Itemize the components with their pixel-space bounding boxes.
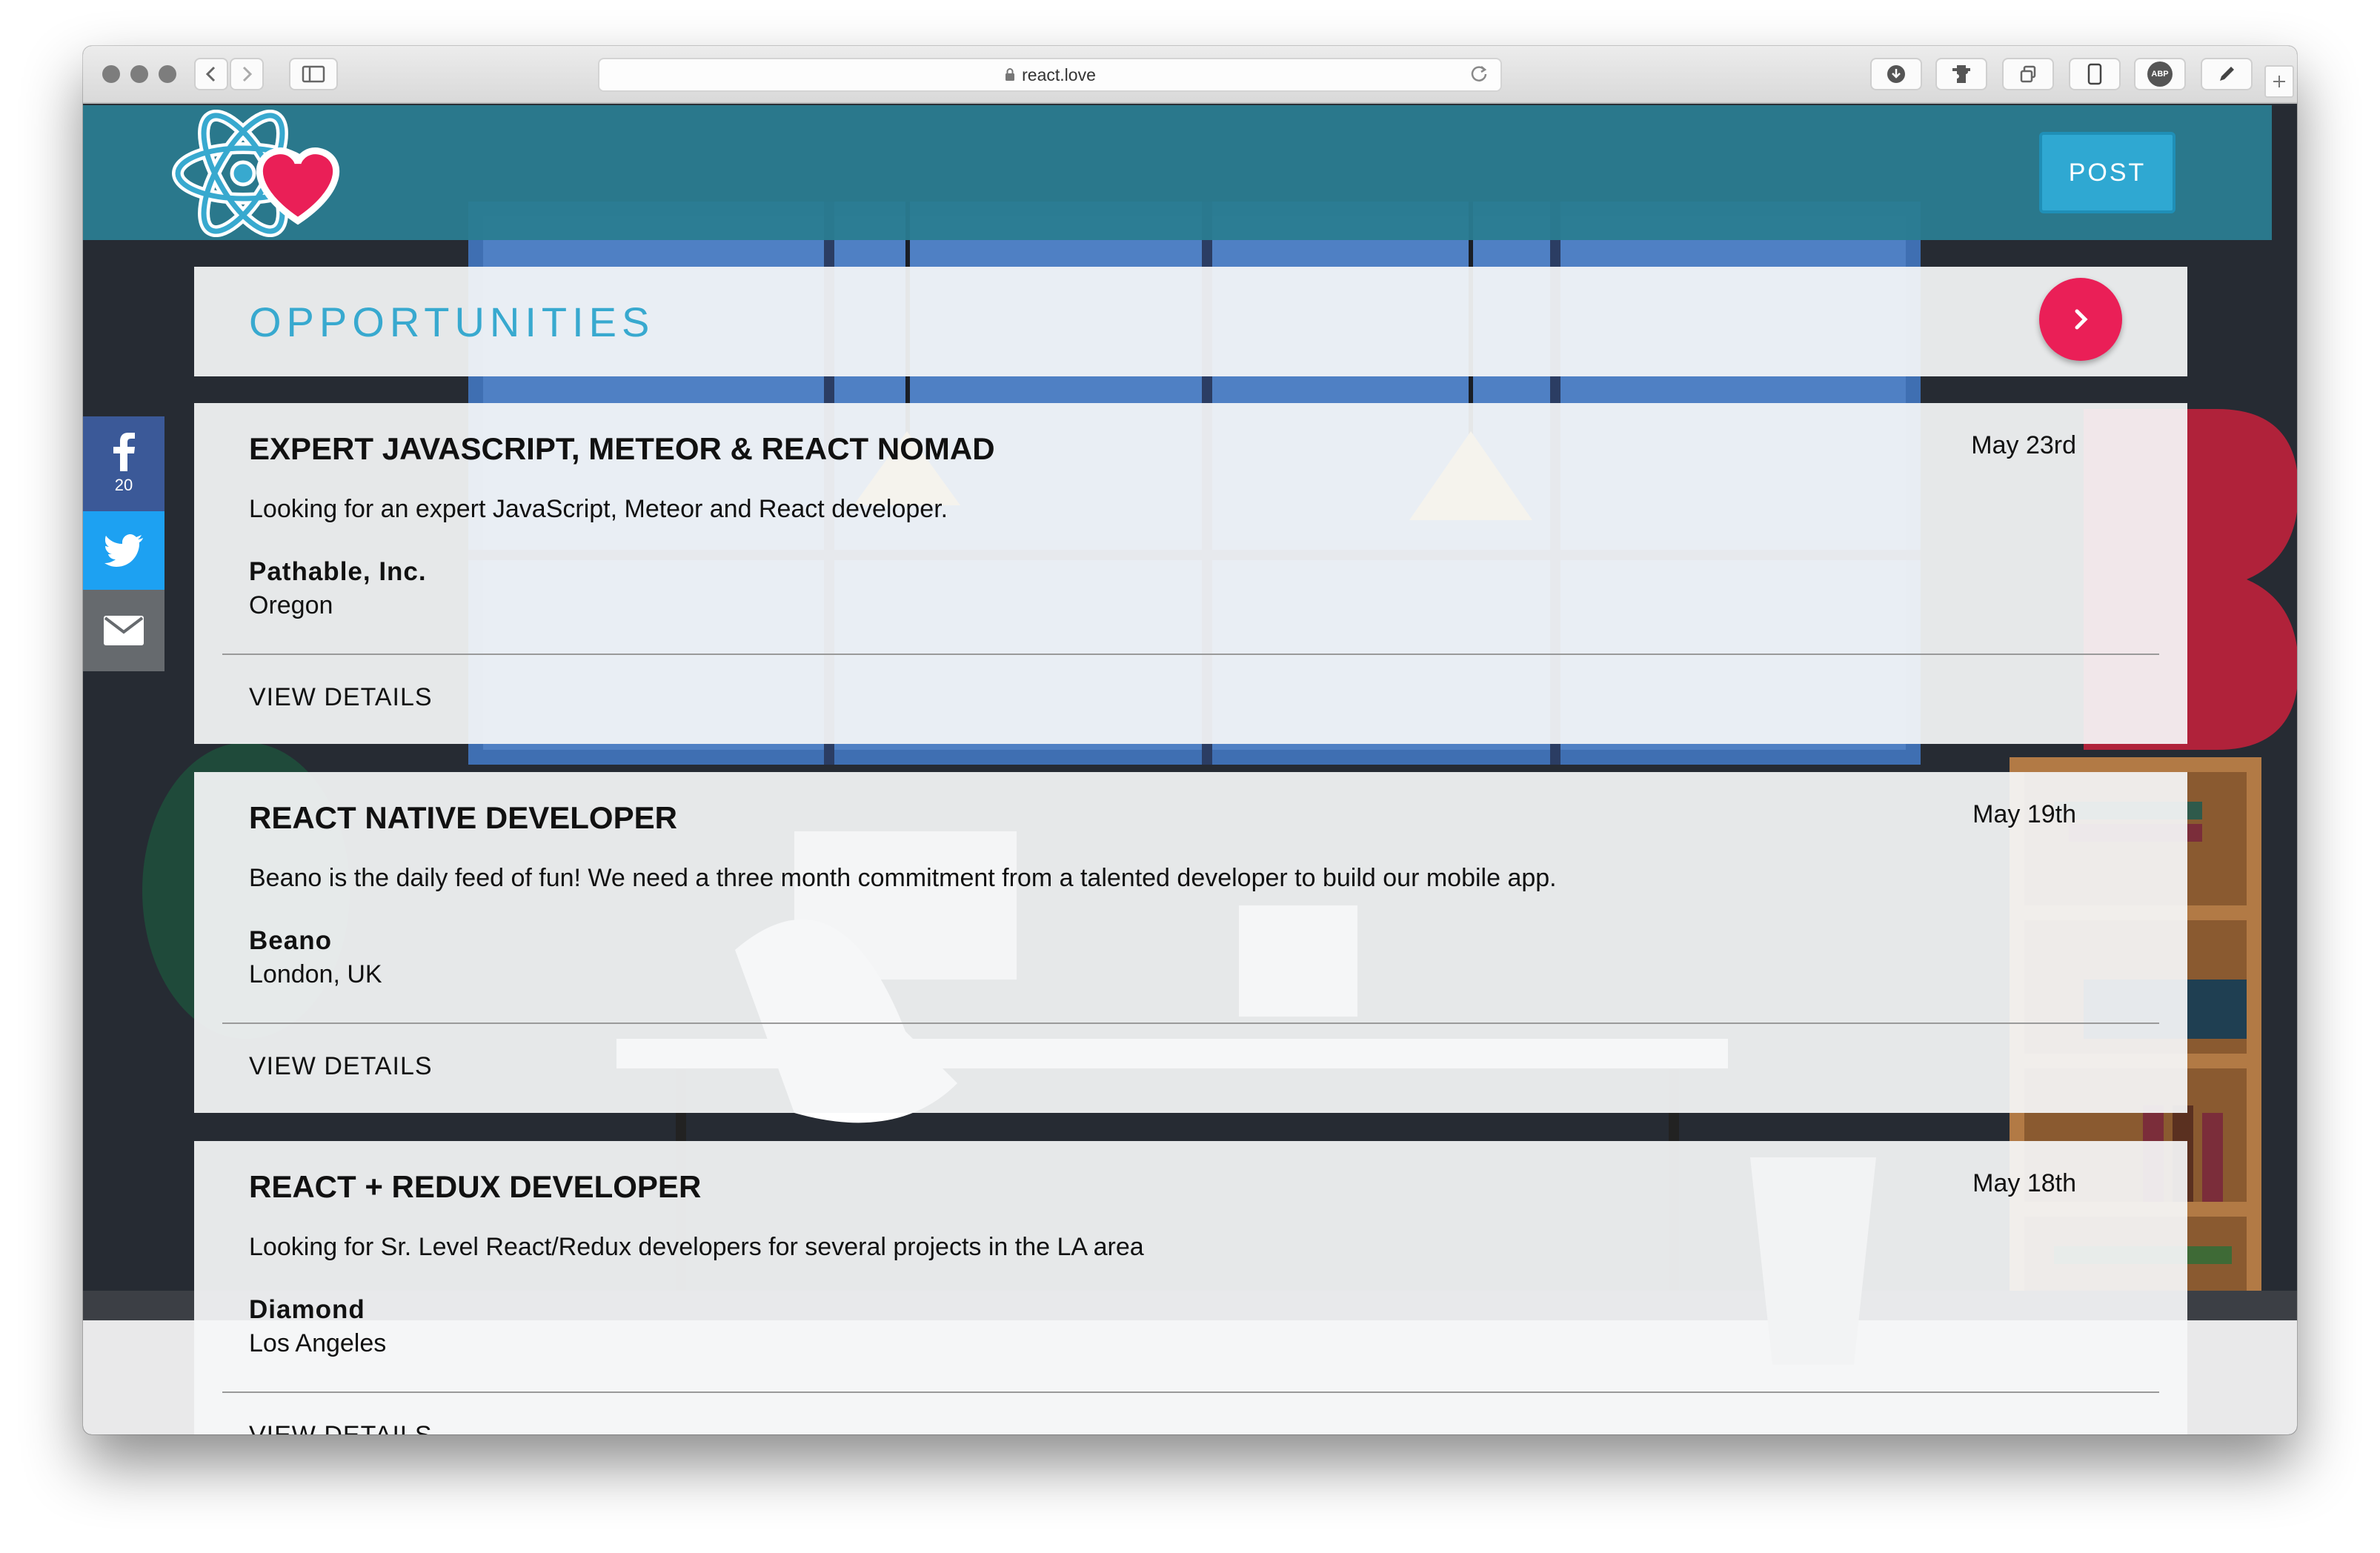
download-icon [1887,65,1905,83]
facebook-share-count: 20 [114,476,133,494]
job-date: May 19th [1972,800,2076,828]
sidebar-toggle-button[interactable] [289,58,338,90]
lock-icon [1005,68,1015,81]
job-location: Oregon [249,591,333,619]
job-card: EXPERT JAVASCRIPT, METEOR & REACT NOMAD … [194,403,2187,744]
job-title: REACT NATIVE DEVELOPER [249,800,677,835]
zoom-window-button[interactable] [159,65,176,83]
job-company: Diamond [249,1295,365,1324]
job-description: Looking for an expert JavaScript, Meteor… [249,495,948,523]
twitter-share-button[interactable] [83,511,164,590]
social-share-bar: 20 [83,416,164,671]
job-company: Pathable, Inc. [249,557,427,586]
job-location: London, UK [249,960,382,988]
job-title: REACT + REDUX DEVELOPER [249,1169,702,1204]
job-date: May 23rd [1971,431,2076,459]
extensions-button[interactable] [1935,58,1987,90]
post-button[interactable]: POST [2039,132,2175,213]
card-divider [222,1391,2159,1393]
page-title: OPPORTUNITIES [249,299,655,345]
react-love-logo[interactable] [172,110,350,237]
job-company: Beano [249,926,332,955]
site-header: POST [83,105,2272,240]
twitter-icon [104,534,143,567]
tabs-icon [2020,65,2036,83]
facebook-icon [113,433,135,471]
edit-icon [2220,67,2234,81]
close-window-button[interactable] [102,65,120,83]
downloads-button[interactable] [1870,58,1922,90]
job-date: May 18th [1972,1169,2076,1197]
next-button[interactable] [2039,278,2122,361]
adblock-button[interactable]: ABP [2134,58,2186,90]
puzzle-icon [1952,65,1970,83]
sidebar-icon [302,65,325,83]
page-content: POST OPPORTUNITIES 20 EXPERT JAVASCRIPT,… [83,105,2297,1434]
facebook-share-button[interactable]: 20 [83,416,164,511]
edit-button[interactable] [2201,58,2253,90]
browser-toolbar: react.love ABP [83,46,2297,104]
view-details-link[interactable]: VIEW DETAILS [249,1052,433,1081]
job-description: Beano is the daily feed of fun! We need … [249,864,1557,892]
chevron-left-icon [205,66,216,82]
job-title: EXPERT JAVASCRIPT, METEOR & REACT NOMAD [249,431,995,466]
tabs-overview-button[interactable] [2002,58,2054,90]
new-tab-button[interactable] [2264,65,2294,98]
device-button[interactable] [2069,58,2121,90]
plus-icon [2273,76,2285,87]
view-details-link[interactable]: VIEW DETAILS [249,1421,433,1434]
job-card: REACT NATIVE DEVELOPER May 19th Beano is… [194,772,2187,1113]
browser-window: react.love ABP POST OPPORTUNITIES 20 EXP… [83,46,2297,1434]
email-share-button[interactable] [83,590,164,671]
card-divider [222,654,2159,655]
job-card: REACT + REDUX DEVELOPER May 18th Looking… [194,1141,2187,1434]
forward-button[interactable] [230,58,264,90]
back-button[interactable] [194,58,228,90]
address-text: react.love [1022,64,1096,84]
reload-icon[interactable] [1468,62,1490,84]
view-details-link[interactable]: VIEW DETAILS [249,683,433,712]
minimize-window-button[interactable] [130,65,148,83]
chevron-right-icon [242,66,253,82]
abp-icon: ABP [2147,61,2173,87]
opportunities-bar: OPPORTUNITIES [194,267,2187,376]
chevron-right-icon [2075,309,2088,330]
job-location: Los Angeles [249,1329,387,1357]
card-divider [222,1022,2159,1024]
job-description: Looking for Sr. Level React/Redux develo… [249,1233,1144,1261]
device-icon [2087,63,2102,85]
address-bar[interactable]: react.love [598,58,1502,92]
email-icon [104,616,144,645]
